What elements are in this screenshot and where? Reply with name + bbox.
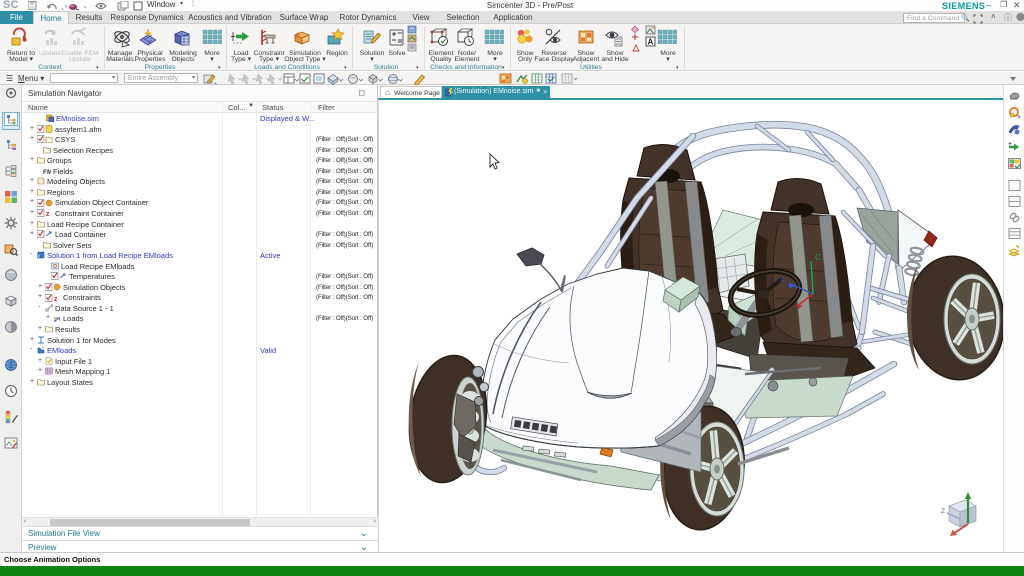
svg-text:Z: Z <box>941 508 945 515</box>
svg-text:A: A <box>648 38 654 47</box>
svg-text:C: C <box>815 253 821 262</box>
svg-text:FM: FM <box>43 169 51 175</box>
svg-text:X: X <box>780 277 785 284</box>
svg-text:z: z <box>54 296 58 302</box>
svg-text:z: z <box>46 211 50 217</box>
